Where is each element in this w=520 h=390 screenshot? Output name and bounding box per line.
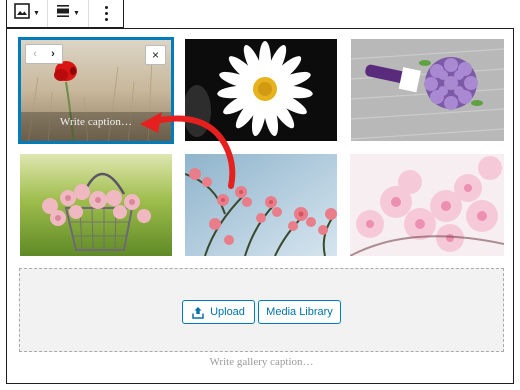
align-button[interactable]: ▼ xyxy=(48,0,89,27)
gallery-image-daisy[interactable] xyxy=(185,39,337,141)
upload-icon xyxy=(192,306,204,319)
image-caption-input[interactable]: Write caption… xyxy=(21,116,171,132)
move-next-button[interactable]: › xyxy=(51,48,55,60)
upload-button[interactable]: Upload xyxy=(182,300,255,324)
gallery-image-bouquet[interactable] xyxy=(351,39,504,141)
gallery-image-rose-basket[interactable] xyxy=(20,154,172,256)
media-library-button[interactable]: Media Library xyxy=(258,300,341,324)
gallery-image-blossom-sky[interactable] xyxy=(185,154,337,256)
change-items-per-row-button[interactable]: ▼ xyxy=(7,0,48,27)
gallery-image-cherry-blossoms[interactable] xyxy=(350,154,504,256)
image-gallery-icon xyxy=(14,3,30,24)
move-previous-button[interactable]: ‹ xyxy=(33,48,37,60)
media-library-label: Media Library xyxy=(266,306,333,318)
gallery-caption-input[interactable]: Write gallery caption… xyxy=(19,356,504,368)
image-move-controls: ‹ › xyxy=(25,44,63,64)
more-options-button[interactable] xyxy=(89,0,123,27)
upload-label: Upload xyxy=(210,306,245,318)
remove-image-button[interactable]: × xyxy=(145,45,166,65)
close-icon: × xyxy=(151,48,159,62)
caret-down-icon: ▼ xyxy=(33,10,40,17)
block-toolbar: ▼ ▼ xyxy=(6,0,124,28)
caret-down-icon: ▼ xyxy=(73,10,80,17)
align-icon xyxy=(56,4,70,23)
more-options-icon xyxy=(104,6,108,21)
